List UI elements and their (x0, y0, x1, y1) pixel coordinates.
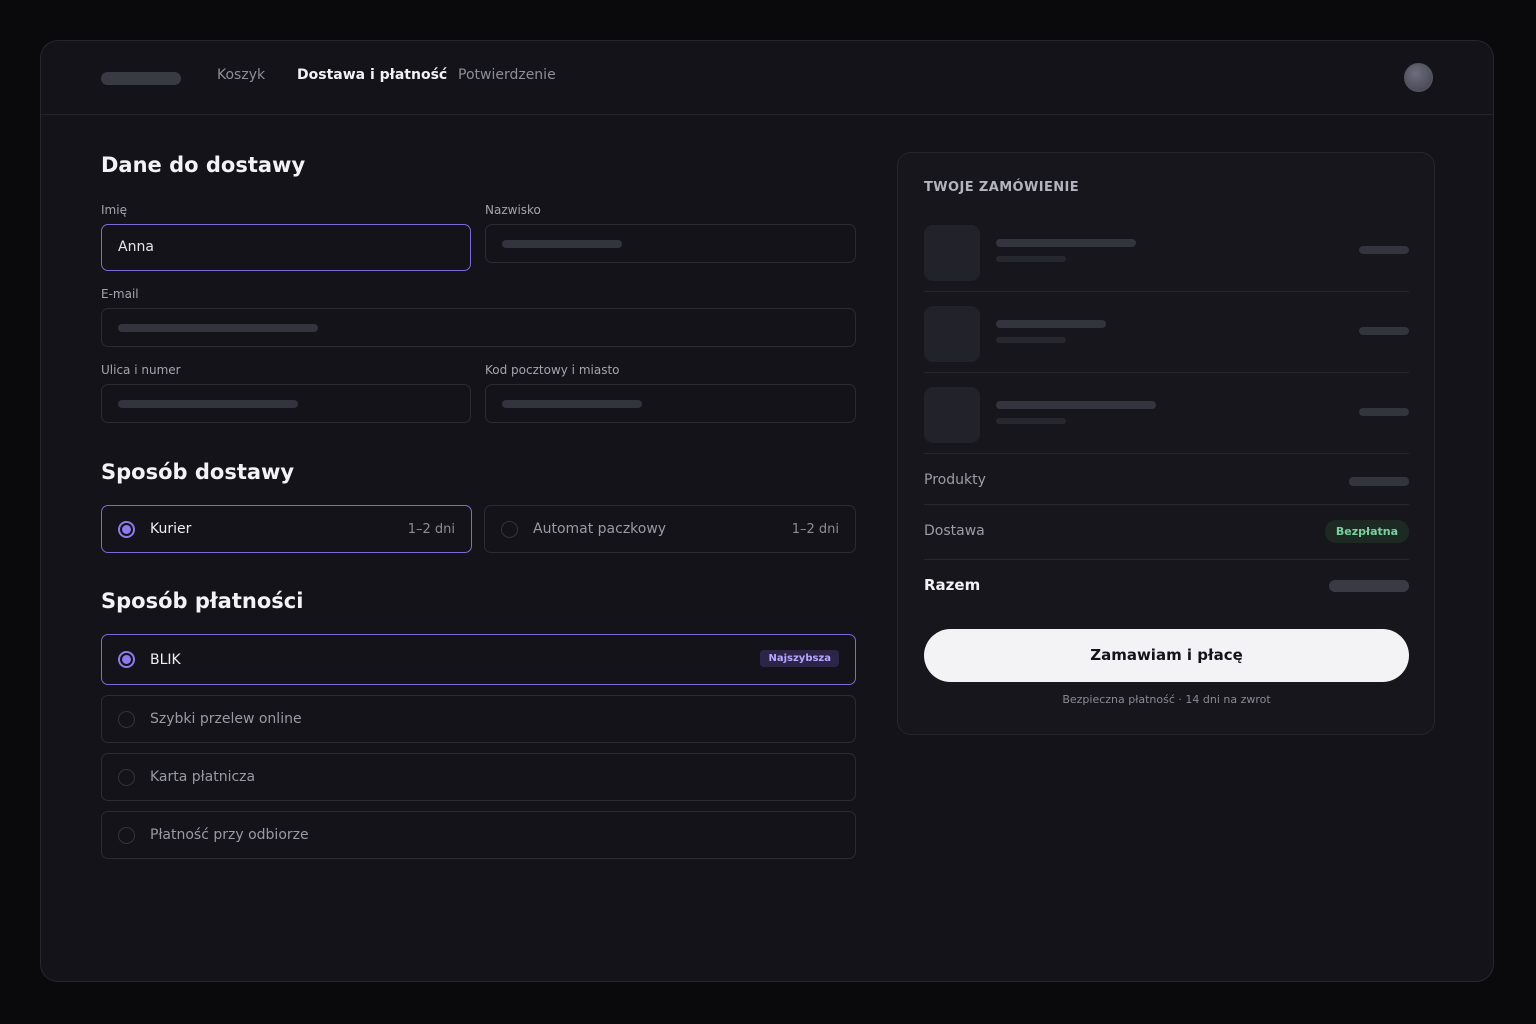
payment-option-online-transfer[interactable]: Szybki przelew online (101, 695, 856, 743)
item-thumbnail (924, 225, 980, 281)
avatar[interactable] (1404, 63, 1433, 92)
radio-courier[interactable] (118, 521, 135, 538)
total-label: Razem (924, 576, 981, 594)
radio-card[interactable] (118, 769, 135, 786)
radio-blik[interactable] (118, 651, 135, 668)
top-nav: Koszyk Dostawa i płatność Potwierdzenie (41, 41, 1493, 115)
shipping-eta: 1–2 dni (407, 522, 455, 537)
radio-parcel-locker[interactable] (501, 521, 518, 538)
item-variant-placeholder (996, 256, 1066, 262)
last-name-field[interactable] (485, 224, 856, 263)
products-amount-placeholder (1349, 477, 1409, 486)
item-thumbnail (924, 306, 980, 362)
last-name-label: Nazwisko (485, 203, 541, 217)
order-item (924, 292, 1409, 373)
first-name-label: Imię (101, 203, 127, 217)
item-name-placeholder (996, 320, 1106, 328)
email-placeholder (118, 324, 318, 332)
shipping-eta: 1–2 dni (791, 522, 839, 537)
delivery-data-title: Dane do dostawy (101, 153, 306, 177)
email-label: E-mail (101, 287, 139, 301)
logo-placeholder[interactable] (101, 72, 181, 85)
order-summary-title: TWOJE ZAMÓWIENIE (924, 180, 1080, 195)
payment-option-card[interactable]: Karta płatnicza (101, 753, 856, 801)
payment-option-label: Karta płatnicza (150, 769, 256, 785)
item-variant-placeholder (996, 418, 1066, 424)
street-field[interactable] (101, 384, 471, 423)
postal-city-label: Kod pocztowy i miasto (485, 363, 620, 377)
shipping-method-title: Sposób dostawy (101, 460, 295, 484)
shipping-option-label: Kurier (150, 521, 192, 537)
first-name-value: Anna (118, 239, 154, 255)
street-label: Ulica i numer (101, 363, 181, 377)
email-field[interactable] (101, 308, 856, 347)
payment-option-label: BLIK (150, 652, 181, 668)
summary-shipping-row: Dostawa Bezpłatna (924, 504, 1409, 560)
item-variant-placeholder (996, 337, 1066, 343)
shipping-option-label: Automat paczkowy (533, 521, 667, 537)
payment-option-blik[interactable]: BLIK Najszybsza (101, 634, 856, 685)
products-label: Produkty (924, 472, 986, 488)
shipping-option-parcel-locker[interactable]: Automat paczkowy 1–2 dni (484, 505, 856, 553)
total-amount-placeholder (1329, 580, 1409, 592)
free-shipping-badge: Bezpłatna (1324, 520, 1409, 543)
order-item (924, 211, 1409, 292)
payment-method-title: Sposób płatności (101, 589, 304, 613)
summary-products-row: Produkty (924, 454, 1409, 505)
checkout-window: Koszyk Dostawa i płatność Potwierdzenie … (40, 40, 1494, 982)
payment-option-label: Szybki przelew online (150, 711, 302, 727)
nav-step-cart[interactable]: Koszyk (217, 67, 265, 83)
item-name-placeholder (996, 239, 1136, 247)
last-name-placeholder (502, 240, 622, 248)
item-price-placeholder (1359, 327, 1409, 335)
shipping-option-courier[interactable]: Kurier 1–2 dni (101, 505, 472, 553)
payment-option-cash-on-delivery[interactable]: Płatność przy odbiorze (101, 811, 856, 859)
postal-city-field[interactable] (485, 384, 856, 423)
nav-step-confirmation[interactable]: Potwierdzenie (458, 67, 556, 83)
radio-online-transfer[interactable] (118, 711, 135, 728)
item-price-placeholder (1359, 246, 1409, 254)
nav-step-delivery-payment[interactable]: Dostawa i płatność (297, 67, 447, 83)
secure-payment-note: Bezpieczna płatność · 14 dni na zwrot (1062, 693, 1271, 706)
order-item (924, 373, 1409, 454)
summary-total-row: Razem (924, 559, 1409, 609)
fastest-badge: Najszybsza (760, 650, 839, 667)
street-placeholder (118, 400, 298, 408)
postal-city-placeholder (502, 400, 642, 408)
item-name-placeholder (996, 401, 1156, 409)
payment-option-label: Płatność przy odbiorze (150, 827, 309, 843)
item-price-placeholder (1359, 408, 1409, 416)
item-thumbnail (924, 387, 980, 443)
radio-cash-on-delivery[interactable] (118, 827, 135, 844)
place-order-button[interactable]: Zamawiam i płacę (924, 629, 1409, 682)
shipping-label: Dostawa (924, 523, 985, 539)
first-name-field[interactable]: Anna (101, 224, 471, 271)
order-summary: TWOJE ZAMÓWIENIE Produkty Dostawa Bezpła… (897, 152, 1435, 735)
